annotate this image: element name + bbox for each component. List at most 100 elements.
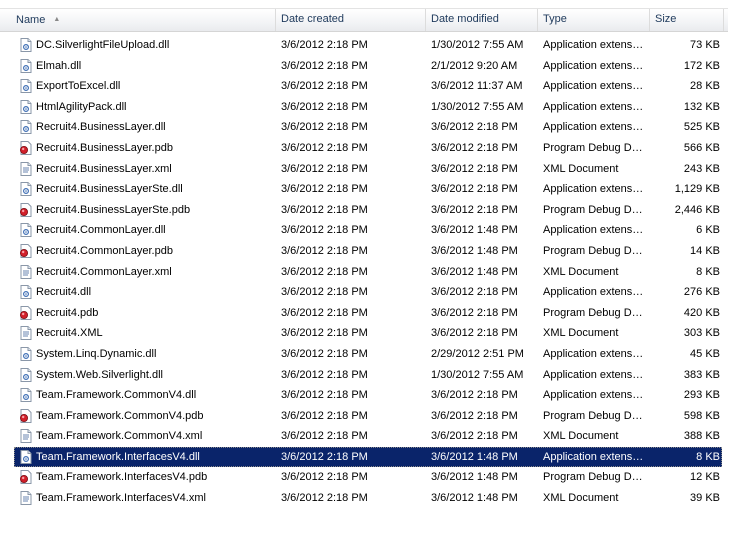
file-name[interactable]: Team.Framework.InterfacesV4.pdb <box>36 467 207 488</box>
file-date-created: 3/6/2012 2:18 PM <box>281 162 368 175</box>
file-date-modified: 3/6/2012 2:18 PM <box>431 203 518 216</box>
pdb-icon <box>20 305 32 320</box>
xml-icon <box>20 161 32 176</box>
file-name[interactable]: Recruit4.XML <box>36 323 103 344</box>
file-size: 8 KB <box>696 265 720 278</box>
file-name[interactable]: Recruit4.BusinessLayerSte.dll <box>36 179 183 200</box>
file-size: 2,446 KB <box>674 203 720 216</box>
file-row[interactable]: Recruit4.BusinessLayer.pdb 3/6/2012 2:18 … <box>0 138 750 159</box>
file-date-modified: 3/6/2012 2:18 PM <box>431 141 518 154</box>
file-date-created: 3/6/2012 2:18 PM <box>281 141 368 154</box>
file-name[interactable]: Elmah.dll <box>36 56 81 77</box>
file-date-created: 3/6/2012 2:18 PM <box>281 39 368 51</box>
file-date-created: 3/6/2012 2:18 PM <box>281 80 368 93</box>
file-name[interactable]: Team.Framework.InterfacesV4.xml <box>36 488 206 509</box>
dll-icon <box>20 449 32 464</box>
file-type: XML Document <box>543 492 619 505</box>
file-date-created: 3/6/2012 2:18 PM <box>281 347 368 360</box>
column-header-size[interactable]: Size <box>650 9 724 31</box>
file-name[interactable]: ExportToExcel.dll <box>36 76 120 97</box>
file-date-modified: 2/29/2012 2:51 PM <box>431 347 524 360</box>
file-name[interactable]: Recruit4.BusinessLayerSte.pdb <box>36 200 190 221</box>
file-row[interactable]: Team.Framework.CommonV4.dll 3/6/2012 2:18… <box>0 385 750 406</box>
file-row[interactable]: Recruit4.CommonLayer.xml 3/6/2012 2:18 PM… <box>0 262 750 283</box>
file-date-modified: 1/30/2012 7:55 AM <box>431 39 524 51</box>
file-list: DC.SilverlightFileUpload.dll 3/6/2012 2:1… <box>0 35 750 509</box>
file-date-created: 3/6/2012 2:18 PM <box>281 286 368 299</box>
xml-icon <box>20 264 32 279</box>
file-name[interactable]: DC.SilverlightFileUpload.dll <box>36 35 169 56</box>
file-date-modified: 3/6/2012 2:18 PM <box>431 183 518 196</box>
file-row[interactable]: Recruit4.BusinessLayerSte.dll 3/6/2012 2:… <box>0 179 750 200</box>
file-row[interactable]: Elmah.dll 3/6/2012 2:18 PM 2/1/2012 9:20 A… <box>0 56 750 77</box>
file-date-created: 3/6/2012 2:18 PM <box>281 450 368 463</box>
file-name[interactable]: Recruit4.dll <box>36 282 91 303</box>
dll-icon <box>20 388 32 403</box>
file-row[interactable]: DC.SilverlightFileUpload.dll 3/6/2012 2:1… <box>0 35 750 56</box>
column-header-date-modified[interactable]: Date modified <box>426 9 538 31</box>
file-row[interactable]: Team.Framework.InterfacesV4.dll 3/6/2012 … <box>0 446 750 468</box>
column-header-type[interactable]: Type <box>538 9 650 31</box>
dll-icon <box>20 79 32 94</box>
file-size: 525 KB <box>683 121 720 134</box>
file-name[interactable]: System.Linq.Dynamic.dll <box>36 344 156 365</box>
file-name[interactable]: Recruit4.pdb <box>36 303 98 324</box>
column-header-bar: Name ▲ Date created Date modified Type Si… <box>0 8 728 32</box>
file-name[interactable]: Recruit4.BusinessLayer.pdb <box>36 138 173 159</box>
file-size: 12 KB <box>690 471 720 484</box>
column-header-date-modified-label: Date modified <box>431 13 499 25</box>
file-date-modified: 3/6/2012 2:18 PM <box>431 121 518 134</box>
file-type: Application extension <box>543 80 645 93</box>
file-date-modified: 3/6/2012 2:18 PM <box>431 430 518 443</box>
file-row[interactable]: HtmlAgilityPack.dll 3/6/2012 2:18 PM 1/30/… <box>0 97 750 118</box>
file-date-modified: 3/6/2012 2:18 PM <box>431 162 518 175</box>
file-name[interactable]: Recruit4.CommonLayer.pdb <box>36 241 173 262</box>
dll-icon <box>20 38 32 52</box>
file-date-created: 3/6/2012 2:18 PM <box>281 244 368 257</box>
pdb-icon <box>20 140 32 155</box>
column-header-type-label: Type <box>543 13 567 25</box>
file-date-created: 3/6/2012 2:18 PM <box>281 389 368 402</box>
file-name[interactable]: System.Web.Silverlight.dll <box>36 365 163 386</box>
file-row[interactable]: ExportToExcel.dll 3/6/2012 2:18 PM 3/6/201… <box>0 76 750 97</box>
file-row[interactable]: Team.Framework.CommonV4.xml 3/6/2012 2:18… <box>0 426 750 447</box>
xml-icon <box>20 429 32 444</box>
file-row[interactable]: Team.Framework.InterfacesV4.xml 3/6/2012 … <box>0 488 750 509</box>
dll-icon <box>20 99 32 114</box>
file-size: 6 KB <box>696 224 720 237</box>
file-size: 598 KB <box>683 409 720 422</box>
file-name[interactable]: Team.Framework.CommonV4.xml <box>36 426 202 447</box>
file-name[interactable]: Recruit4.CommonLayer.dll <box>36 220 166 241</box>
column-header-size-label: Size <box>655 13 677 25</box>
file-name[interactable]: Team.Framework.CommonV4.pdb <box>36 406 204 427</box>
file-date-created: 3/6/2012 2:18 PM <box>281 327 368 340</box>
file-row[interactable]: Recruit4.XML 3/6/2012 2:18 PM 3/6/2012 2:1… <box>0 323 750 344</box>
file-row[interactable]: Team.Framework.InterfacesV4.pdb 3/6/2012 … <box>0 467 750 488</box>
file-name[interactable]: Recruit4.BusinessLayer.xml <box>36 159 172 180</box>
file-row[interactable]: Team.Framework.CommonV4.pdb 3/6/2012 2:18… <box>0 406 750 427</box>
file-size: 293 KB <box>683 389 720 402</box>
file-size: 132 KB <box>683 100 720 113</box>
file-name[interactable]: Team.Framework.CommonV4.dll <box>36 385 196 406</box>
file-row[interactable]: Recruit4.BusinessLayerSte.pdb 3/6/2012 2:… <box>0 200 750 221</box>
file-row[interactable]: Recruit4.BusinessLayer.dll 3/6/2012 2:18 … <box>0 117 750 138</box>
file-date-modified: 3/6/2012 1:48 PM <box>431 450 518 463</box>
file-name[interactable]: Recruit4.BusinessLayer.dll <box>36 117 166 138</box>
column-header-date-created[interactable]: Date created <box>276 9 426 31</box>
file-row[interactable]: Recruit4.CommonLayer.dll 3/6/2012 2:18 PM… <box>0 220 750 241</box>
file-row[interactable]: Recruit4.dll 3/6/2012 2:18 PM 3/6/2012 2:1… <box>0 282 750 303</box>
file-row[interactable]: System.Web.Silverlight.dll 3/6/2012 2:18 … <box>0 365 750 386</box>
pdb-icon <box>20 408 32 423</box>
column-header-name[interactable]: Name ▲ <box>0 9 276 31</box>
file-date-created: 3/6/2012 2:18 PM <box>281 471 368 484</box>
file-row[interactable]: Recruit4.pdb 3/6/2012 2:18 PM 3/6/2012 2:1… <box>0 303 750 324</box>
file-name[interactable]: HtmlAgilityPack.dll <box>36 97 126 118</box>
file-row[interactable]: Recruit4.CommonLayer.pdb 3/6/2012 2:18 PM… <box>0 241 750 262</box>
file-date-modified: 3/6/2012 2:18 PM <box>431 389 518 402</box>
file-size: 1,129 KB <box>674 183 720 196</box>
file-row[interactable]: System.Linq.Dynamic.dll 3/6/2012 2:18 PM 2… <box>0 344 750 365</box>
file-name[interactable]: Recruit4.CommonLayer.xml <box>36 262 172 283</box>
file-name[interactable]: Team.Framework.InterfacesV4.dll <box>36 447 200 468</box>
file-date-created: 3/6/2012 2:18 PM <box>281 183 368 196</box>
file-row[interactable]: Recruit4.BusinessLayer.xml 3/6/2012 2:18 … <box>0 159 750 180</box>
